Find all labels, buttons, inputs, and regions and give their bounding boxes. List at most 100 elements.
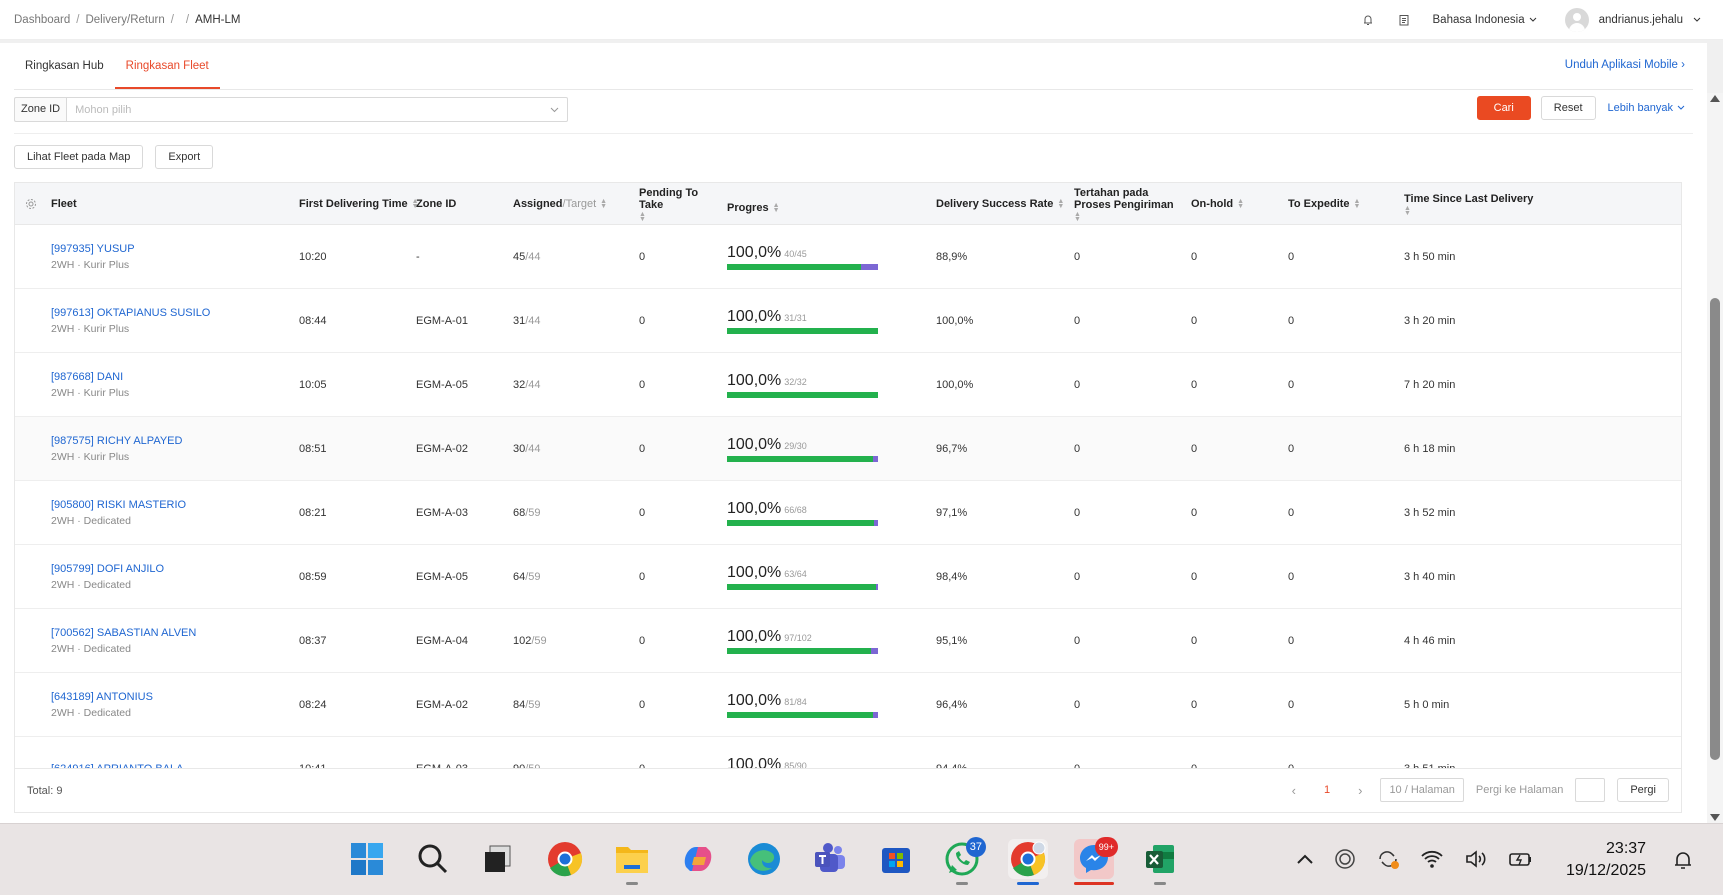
windows-start-icon[interactable] [347,839,387,879]
copilot-icon[interactable] [678,839,718,879]
network-status-icon[interactable] [1334,848,1356,873]
tab-ringkasan-fleet[interactable]: Ringkasan Fleet [114,43,220,89]
avatar [1564,8,1589,32]
next-page-button[interactable]: › [1352,783,1368,798]
table-row[interactable]: [997613] OKTAPIANUS SUSILO 2WH · Kurir Pl… [15,289,1681,353]
cell-time-since: 7 h 20 min [1404,379,1456,391]
col-tertahan[interactable]: Tertahan pada Proses Pengiriman ▲ ▼ [1074,183,1186,225]
progress-bar [727,584,878,590]
file-explorer-icon[interactable] [612,839,652,885]
target-value: /44 [525,251,541,263]
tab-ringkasan-hub[interactable]: Ringkasan Hub [14,43,115,89]
cell-progres: 100,0% 66/68 [727,481,878,545]
page-number[interactable]: 1 [1314,784,1340,796]
user-menu[interactable]: andrianus.jehalu [1564,8,1701,32]
export-button[interactable]: Export [155,145,214,169]
zone-id-select[interactable]: Mohon pilih [66,97,569,122]
search-button[interactable]: Cari [1476,96,1531,120]
cell-fleet: [987575] RICHY ALPAYED 2WH · Kurir Plus [51,417,182,481]
cell-progres: 100,0% 31/31 [727,289,878,353]
cell-success-rate: 95,1% [936,635,968,647]
col-zone-id: Zone ID [416,198,457,210]
task-view-icon[interactable] [478,839,518,879]
sync-icon[interactable] [1376,848,1400,873]
breadcrumb-separator: / [185,13,190,26]
prev-page-button[interactable]: ‹ [1286,783,1302,798]
breadcrumb-dashboard[interactable]: Dashboard [14,14,70,26]
fleet-name-link[interactable]: [700562] SABASTIAN ALVEN [51,627,196,639]
scroll-up-arrow[interactable] [1710,95,1720,102]
fleet-name-link[interactable]: [987575] RICHY ALPAYED [51,435,182,447]
view-fleet-map-button[interactable]: Lihat Fleet pada Map [14,145,144,169]
page-size-select[interactable]: 10 / Halaman [1380,778,1464,802]
progress-fraction: 32/32 [784,377,807,387]
table-row[interactable]: [624916] APRIANTO BALA 90/59 100,0% 85/90 10… [15,737,1681,769]
system-clock[interactable]: 23:37 19/12/2025 [1566,838,1646,882]
scroll-down-arrow[interactable] [1710,814,1720,821]
reset-button[interactable]: Reset [1540,96,1596,120]
table-row[interactable]: [987575] RICHY ALPAYED 2WH · Kurir Plus 30… [15,417,1681,481]
scroll-thumb[interactable] [1710,298,1720,760]
chrome-profile-icon[interactable] [1008,839,1048,885]
col-on-hold[interactable]: On-hold ▲ ▼ [1191,183,1244,225]
chrome-icon[interactable] [545,839,585,879]
target-value: /59 [531,635,547,647]
search-icon[interactable] [413,839,453,879]
whatsapp-icon[interactable]: 37 [942,837,986,885]
fleet-name-link[interactable]: [997613] OKTAPIANUS SUSILO [51,307,210,319]
table-row[interactable]: [905800] RISKI MASTERIO 2WH · Dedicated 68… [15,481,1681,545]
more-filters-toggle[interactable]: Lebih banyak [1608,102,1685,114]
go-button[interactable]: Pergi [1617,778,1669,802]
col-to-expedite[interactable]: To Expedite ▲ ▼ [1288,183,1360,225]
download-app-link[interactable]: Unduh Aplikasi Mobile › [1565,59,1685,71]
fleet-name-link[interactable]: [997935] YUSUP [51,243,135,255]
cell-first-delivering: 10:20 [299,251,327,263]
fleet-name-link[interactable]: [643189] ANTONIUS [51,691,153,703]
cell-zone-id: EGM-A-03 [416,763,468,769]
fleet-name-link[interactable]: [905799] DOFI ANJILO [51,563,164,575]
cell-time-since: 5 h 0 min [1404,699,1450,711]
breadcrumb-delivery-return[interactable]: Delivery/Return [85,14,164,26]
assigned-value: 30 [513,443,526,455]
fleet-name-link[interactable]: [905800] RISKI MASTERIO [51,499,186,511]
chevron-up-icon[interactable] [1296,853,1314,868]
assigned-value: 68 [513,507,526,519]
column-settings-button[interactable] [25,183,37,225]
cell-zone-id: EGM-A-03 [416,507,468,519]
messenger-icon[interactable]: 99+ [1074,837,1118,885]
battery-icon[interactable] [1508,849,1534,872]
bell-icon[interactable] [1361,13,1375,27]
clipboard-icon[interactable] [1397,13,1411,27]
table-row[interactable]: [905799] DOFI ANJILO 2WH · Dedicated 64/59… [15,545,1681,609]
language-selector[interactable]: Bahasa Indonesia [1433,14,1537,26]
progress-percent: 100,0% [727,500,782,517]
cell-on-hold: 0 [1191,571,1198,583]
wifi-icon[interactable] [1420,849,1444,872]
clock-time: 23:37 [1606,840,1647,857]
col-assigned-target[interactable]: Assigned/Target ▲ ▼ [513,183,607,225]
col-delivery-success-rate[interactable]: Delivery Success Rate ▲ ▼ [936,183,1064,225]
page-scrollbar[interactable] [1707,93,1723,823]
edge-icon[interactable] [744,839,784,879]
fleet-name-link[interactable]: [987668] DANI [51,371,123,383]
col-progres[interactable]: Progres ▲ ▼ [727,187,780,229]
volume-icon[interactable] [1464,849,1488,872]
table-row[interactable]: [700562] SABASTIAN ALVEN 2WH · Dedicated 1… [15,609,1681,673]
table-row[interactable]: [987668] DANI 2WH · Kurir Plus 32/44 100,0%… [15,353,1681,417]
col-pending-to-take[interactable]: Pending To Take ▲ ▼ [639,183,725,225]
notification-icon[interactable] [1672,850,1694,875]
teams-icon[interactable] [810,839,850,879]
cell-time-since: 3 h 50 min [1404,251,1456,263]
store-icon[interactable] [876,839,916,879]
cell-assigned-target: 45/44 [513,225,541,289]
cell-assigned-target: 90/59 [513,737,541,768]
cell-success-rate: 96,7% [936,443,968,455]
table-row[interactable]: [997935] YUSUP 2WH · Kurir Plus 45/44 100,0… [15,225,1681,289]
excel-icon[interactable] [1140,839,1180,885]
cell-to-expedite: 0 [1288,571,1295,583]
active-indicator [1074,882,1114,885]
jump-page-input[interactable] [1575,778,1606,802]
table-row[interactable]: [643189] ANTONIUS 2WH · Dedicated 84/59 100… [15,673,1681,737]
col-time-since-last-delivery[interactable]: Time Since Last Delivery ▲ ▼ [1404,183,1544,225]
col-first-delivering-time[interactable]: First Delivering Time ▲ ▼ [299,183,419,225]
